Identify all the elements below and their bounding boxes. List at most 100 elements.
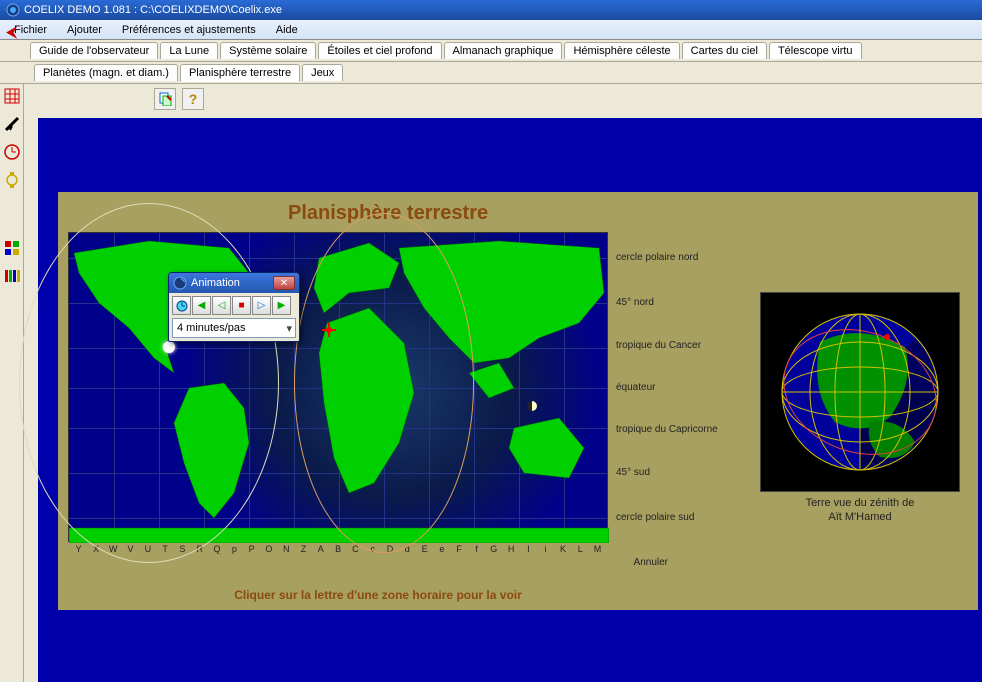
tab-almanac[interactable]: Almanach graphique: [444, 42, 563, 59]
tz-letter[interactable]: H: [502, 544, 519, 554]
animation-title: Animation: [191, 277, 273, 289]
tab-telescope[interactable]: Télescope virtu: [769, 42, 862, 59]
panel-title: Planisphère terrestre: [288, 202, 488, 225]
anim-step-fwd-button[interactable]: ▶: [272, 296, 291, 315]
lat-cancer: tropique du Cancer: [616, 340, 701, 351]
menubar: Fichier Ajouter Préférences et ajustemen…: [0, 20, 982, 40]
tab-stars[interactable]: Étoiles et ciel profond: [318, 42, 441, 59]
globe-caption-1: Terre vue du zénith de: [806, 497, 915, 509]
tz-letter[interactable]: P: [243, 544, 260, 554]
lat-capricorn: tropique du Capricorne: [616, 424, 718, 435]
tab-cards[interactable]: Cartes du ciel: [682, 42, 767, 59]
tool-watch-icon[interactable]: [2, 170, 22, 190]
tab-planisphere[interactable]: Planisphère terrestre: [180, 64, 300, 82]
animation-body: ◀ ◁ ■ ▷ ▶ 4 minutes/pas: [169, 293, 299, 341]
animation-titlebar[interactable]: Animation ✕: [169, 273, 299, 293]
tool-clock-icon[interactable]: [2, 142, 22, 162]
tabs-container: ⮜ Guide de l'observateur La Lune Système…: [0, 40, 982, 84]
tool-telescope-icon[interactable]: [2, 114, 22, 134]
tz-letter[interactable]: L: [572, 544, 589, 554]
menu-prefs[interactable]: Préférences et ajustements: [112, 22, 266, 38]
tz-letter[interactable]: c: [364, 544, 381, 554]
globe-section: Terre vue du zénith de Aït M'Hamed: [760, 292, 960, 525]
tz-letter[interactable]: Q: [208, 544, 225, 554]
tz-letter[interactable]: f: [468, 544, 485, 554]
animation-close-button[interactable]: ✕: [273, 276, 295, 290]
map-wrapper: cercle polaire nord 45° nord tropique du…: [68, 232, 608, 554]
tab-planets[interactable]: Planètes (magn. et diam.): [34, 64, 178, 81]
tool-blocks-icon[interactable]: [2, 238, 22, 258]
lat-s45: 45° sud: [616, 467, 650, 478]
globe-caption-2: Aït M'Hamed: [828, 511, 891, 523]
tz-letter[interactable]: O: [260, 544, 277, 554]
tz-letter[interactable]: W: [105, 544, 122, 554]
globe-caption: Terre vue du zénith de Aït M'Hamed: [760, 496, 960, 525]
world-map[interactable]: [68, 232, 608, 542]
click-instruction: Cliquer sur la lettre d'une zone horaire…: [108, 588, 648, 602]
lat-antarctic: cercle polaire sud: [616, 512, 694, 523]
anim-step-value: 4 minutes/pas: [177, 322, 245, 334]
continents-svg: [69, 233, 609, 543]
annuler-link[interactable]: Annuler: [634, 557, 668, 568]
animation-icon: [173, 276, 187, 290]
tz-letter[interactable]: V: [122, 544, 139, 554]
menu-help[interactable]: Aide: [266, 22, 308, 38]
tz-letter[interactable]: S: [174, 544, 191, 554]
anim-play-fwd-button[interactable]: ▷: [252, 296, 271, 315]
tz-letter[interactable]: p: [226, 544, 243, 554]
globe-svg: [775, 307, 945, 477]
tab-row-1: Guide de l'observateur La Lune Système s…: [0, 40, 982, 62]
tool-bars-icon[interactable]: [2, 266, 22, 286]
animation-window[interactable]: Animation ✕ ◀ ◁ ■ ▷ ▶ 4 minutes/pas: [168, 272, 300, 342]
tab-lune[interactable]: La Lune: [160, 42, 218, 59]
anim-play-back-button[interactable]: ◁: [212, 296, 231, 315]
content: ? Planisphère terrestre: [24, 84, 982, 682]
anim-now-button[interactable]: [172, 296, 191, 315]
lat-n45: 45° nord: [616, 297, 654, 308]
tz-letter[interactable]: e: [433, 544, 450, 554]
toolbar: ?: [24, 84, 982, 114]
window-title: COELIX DEMO 1.081 : C:\COELIXDEMO\Coelix…: [24, 4, 282, 16]
tab-guide[interactable]: Guide de l'observateur: [30, 42, 158, 59]
tz-letter[interactable]: Z: [295, 544, 312, 554]
tz-letter[interactable]: E: [416, 544, 433, 554]
anim-stop-button[interactable]: ■: [232, 296, 251, 315]
anim-step-select[interactable]: 4 minutes/pas: [172, 318, 296, 338]
olive-panel: Planisphère terrestre: [58, 192, 978, 610]
tz-letter[interactable]: M: [589, 544, 606, 554]
sidebar: [0, 84, 24, 682]
tz-letter[interactable]: X: [87, 544, 104, 554]
tz-letter[interactable]: R: [191, 544, 208, 554]
toolbar-page-icon[interactable]: [154, 88, 176, 110]
tool-grid-icon[interactable]: [2, 86, 22, 106]
moon-marker: [527, 401, 537, 411]
lat-equator: équateur: [616, 382, 655, 393]
lat-arctic: cercle polaire nord: [616, 252, 698, 263]
tz-letter[interactable]: A: [312, 544, 329, 554]
menu-add[interactable]: Ajouter: [57, 22, 112, 38]
main-area: ? Planisphère terrestre: [0, 84, 982, 682]
observer-marker: [324, 325, 334, 335]
tab-solar[interactable]: Système solaire: [220, 42, 316, 59]
tab-hemis[interactable]: Hémisphère céleste: [564, 42, 679, 59]
app-icon: [6, 3, 20, 17]
tz-letter[interactable]: Y: [70, 544, 87, 554]
tz-letter[interactable]: C: [347, 544, 364, 554]
tz-letter[interactable]: i: [537, 544, 554, 554]
tz-letter[interactable]: B: [329, 544, 346, 554]
tab-games[interactable]: Jeux: [302, 64, 343, 81]
tz-letter[interactable]: G: [485, 544, 502, 554]
tz-letter[interactable]: I: [520, 544, 537, 554]
tz-letter[interactable]: F: [451, 544, 468, 554]
tz-letter[interactable]: T: [156, 544, 173, 554]
timezone-letters: YXWVUTSRQpPONZABCcDdEeFfGHIiKLM: [68, 542, 608, 554]
tz-letter[interactable]: K: [554, 544, 571, 554]
anim-step-back-button[interactable]: ◀: [192, 296, 211, 315]
tz-letter[interactable]: D: [381, 544, 398, 554]
blue-panel: Planisphère terrestre: [38, 118, 982, 682]
toolbar-help-icon[interactable]: ?: [182, 88, 204, 110]
tz-letter[interactable]: d: [399, 544, 416, 554]
globe-view[interactable]: [760, 292, 960, 492]
tz-letter[interactable]: N: [278, 544, 295, 554]
tz-letter[interactable]: U: [139, 544, 156, 554]
